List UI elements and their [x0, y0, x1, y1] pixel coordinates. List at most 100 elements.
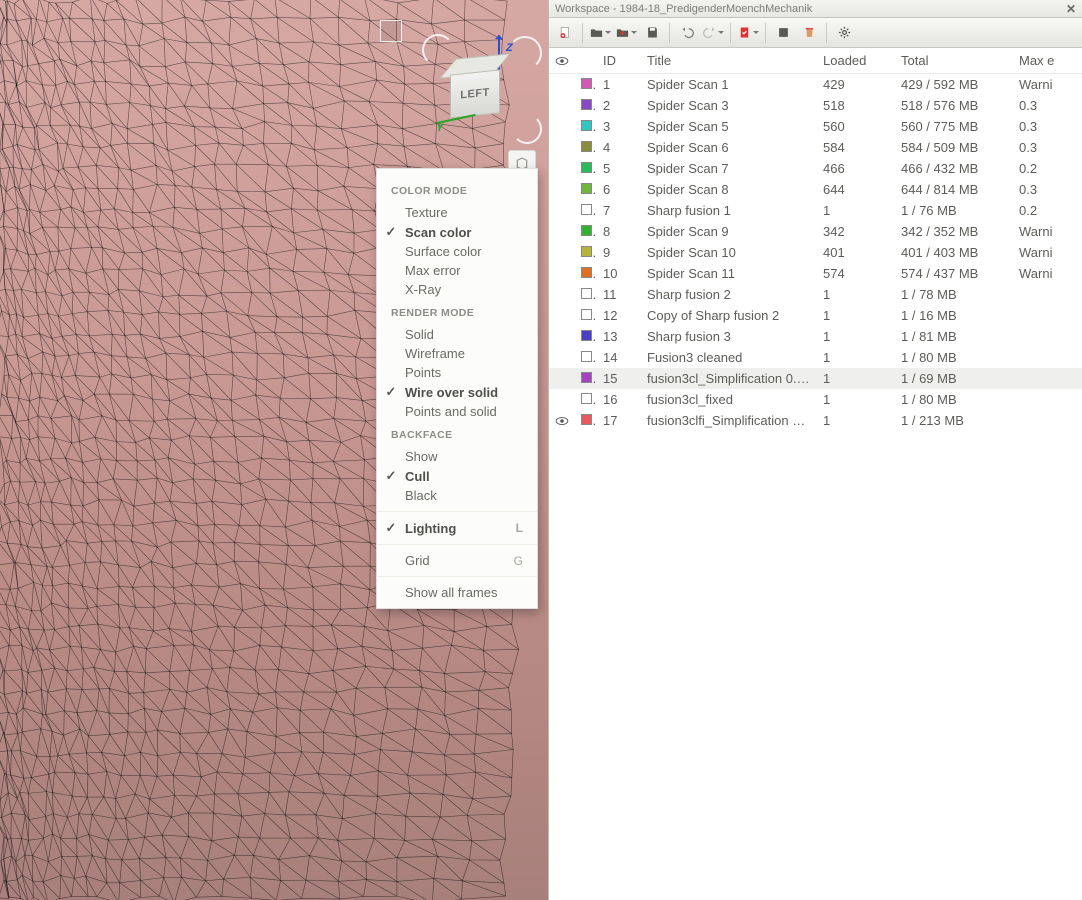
option-grid[interactable]: GridG [377, 551, 537, 570]
col-title[interactable]: Title [641, 48, 817, 74]
table-row[interactable]: 13Sharp fusion 311 / 81 MB [549, 326, 1082, 347]
cell-loaded: 466 [817, 158, 895, 179]
color-swatch-cell[interactable] [575, 305, 597, 326]
validate-button[interactable] [736, 21, 760, 45]
visibility-cell[interactable] [549, 179, 575, 200]
orient-cube-face[interactable]: LEFT [450, 69, 500, 118]
visibility-cell[interactable] [549, 74, 575, 96]
table-row[interactable]: 4Spider Scan 6584584 / 509 MB0.3 [549, 137, 1082, 158]
col-visibility[interactable] [549, 48, 575, 74]
visibility-cell[interactable] [549, 116, 575, 137]
table-row[interactable]: 9Spider Scan 10401401 / 403 MBWarni [549, 242, 1082, 263]
option-backface-show[interactable]: Show [377, 447, 537, 466]
color-swatch-cell[interactable] [575, 284, 597, 305]
table-row[interactable]: 12Copy of Sharp fusion 211 / 16 MB [549, 305, 1082, 326]
color-swatch-cell[interactable] [575, 242, 597, 263]
table-row[interactable]: 10Spider Scan 11574574 / 437 MBWarni [549, 263, 1082, 284]
table-row[interactable]: 2Spider Scan 3518518 / 576 MB0.3 [549, 95, 1082, 116]
visibility-cell[interactable] [549, 263, 575, 284]
option-surface-color[interactable]: Surface color [377, 242, 537, 261]
cell-loaded: 342 [817, 221, 895, 242]
orientation-widget[interactable]: Z LEFT Y [428, 30, 538, 150]
visibility-cell[interactable] [549, 221, 575, 242]
visibility-cell[interactable] [549, 368, 575, 389]
delete-button[interactable] [797, 21, 821, 45]
save-button[interactable] [640, 21, 664, 45]
color-swatch-cell[interactable] [575, 347, 597, 368]
settings-button[interactable] [832, 21, 856, 45]
visibility-cell[interactable] [549, 284, 575, 305]
color-swatch-cell[interactable] [575, 137, 597, 158]
workspace-titlebar[interactable]: Workspace - 1984-18_PredigenderMoenchMec… [549, 0, 1082, 18]
table-row[interactable]: 11Sharp fusion 211 / 78 MB [549, 284, 1082, 305]
color-swatch-cell[interactable] [575, 74, 597, 96]
color-swatch-cell[interactable] [575, 368, 597, 389]
option-texture[interactable]: Texture [377, 203, 537, 222]
table-row[interactable]: 1Spider Scan 1429429 / 592 MBWarni [549, 74, 1082, 96]
option-solid[interactable]: Solid [377, 325, 537, 344]
table-header-row[interactable]: ID Title Loaded Total Max e [549, 48, 1082, 74]
orbit-arc-icon[interactable] [508, 36, 542, 70]
cell-maxe [1013, 347, 1082, 368]
color-swatch-cell[interactable] [575, 95, 597, 116]
visibility-cell[interactable] [549, 242, 575, 263]
color-swatch-cell[interactable] [575, 116, 597, 137]
cell-title: Sharp fusion 2 [641, 284, 817, 305]
color-swatch-cell[interactable] [575, 200, 597, 221]
color-swatch-cell[interactable] [575, 389, 597, 410]
option-points[interactable]: Points [377, 363, 537, 382]
visibility-cell[interactable] [549, 137, 575, 158]
option-max-error[interactable]: Max error [377, 261, 537, 280]
table-row[interactable]: 6Spider Scan 8644644 / 814 MB0.3 [549, 179, 1082, 200]
color-swatch-cell[interactable] [575, 410, 597, 431]
option-wire-over-solid[interactable]: ✓Wire over solid [377, 382, 537, 402]
visibility-cell[interactable] [549, 389, 575, 410]
color-swatch-cell[interactable] [575, 263, 597, 284]
table-row[interactable]: 14Fusion3 cleaned11 / 80 MB [549, 347, 1082, 368]
visibility-cell[interactable] [549, 410, 575, 431]
table-row[interactable]: 3Spider Scan 5560560 / 775 MB0.3 [549, 116, 1082, 137]
close-button[interactable]: ✕ [1066, 2, 1076, 16]
col-color[interactable] [575, 48, 597, 74]
option-xray[interactable]: X-Ray [377, 280, 537, 299]
visibility-cell[interactable] [549, 347, 575, 368]
color-swatch-cell[interactable] [575, 158, 597, 179]
option-wireframe[interactable]: Wireframe [377, 344, 537, 363]
orbit-arc-icon[interactable] [512, 114, 542, 144]
maximize-button[interactable] [771, 21, 795, 45]
option-show-all-frames[interactable]: Show all frames [377, 583, 537, 602]
color-swatch-cell[interactable] [575, 179, 597, 200]
open-button[interactable] [588, 21, 612, 45]
orbit-arc-icon[interactable] [422, 34, 454, 66]
table-row[interactable]: 15fusion3cl_Simplification 0.0211 / 69 M… [549, 368, 1082, 389]
table-row[interactable]: 16fusion3cl_fixed11 / 80 MB [549, 389, 1082, 410]
option-backface-cull[interactable]: ✓Cull [377, 466, 537, 486]
option-points-and-solid[interactable]: Points and solid [377, 402, 537, 421]
table-row[interactable]: 8Spider Scan 9342342 / 352 MBWarni [549, 221, 1082, 242]
frame-selection-icon[interactable] [380, 20, 402, 42]
table-row[interactable]: 5Spider Scan 7466466 / 432 MB0.2 [549, 158, 1082, 179]
visibility-cell[interactable] [549, 95, 575, 116]
scan-table-wrap[interactable]: ID Title Loaded Total Max e 1Spider Scan… [549, 48, 1082, 900]
color-swatch-cell[interactable] [575, 221, 597, 242]
option-scan-color[interactable]: ✓Scan color [377, 222, 537, 242]
redo-button[interactable] [701, 21, 725, 45]
col-id[interactable]: ID [597, 48, 641, 74]
col-total[interactable]: Total [895, 48, 1013, 74]
option-backface-black[interactable]: Black [377, 486, 537, 505]
new-button[interactable] [553, 21, 577, 45]
col-max-error[interactable]: Max e [1013, 48, 1082, 74]
table-row[interactable]: 17fusion3clfi_Simplification 0.0211 / 21… [549, 410, 1082, 431]
visibility-cell[interactable] [549, 200, 575, 221]
visibility-cell[interactable] [549, 305, 575, 326]
color-swatch-cell[interactable] [575, 326, 597, 347]
import-button[interactable] [614, 21, 638, 45]
visibility-cell[interactable] [549, 158, 575, 179]
divider [377, 576, 537, 577]
viewport-3d[interactable]: Z LEFT Y COLOR MODE Texture ✓Scan color … [0, 0, 548, 900]
visibility-cell[interactable] [549, 326, 575, 347]
option-lighting[interactable]: ✓LightingL [377, 518, 537, 538]
undo-button[interactable] [675, 21, 699, 45]
table-row[interactable]: 7Sharp fusion 111 / 76 MB0.2 [549, 200, 1082, 221]
col-loaded[interactable]: Loaded [817, 48, 895, 74]
